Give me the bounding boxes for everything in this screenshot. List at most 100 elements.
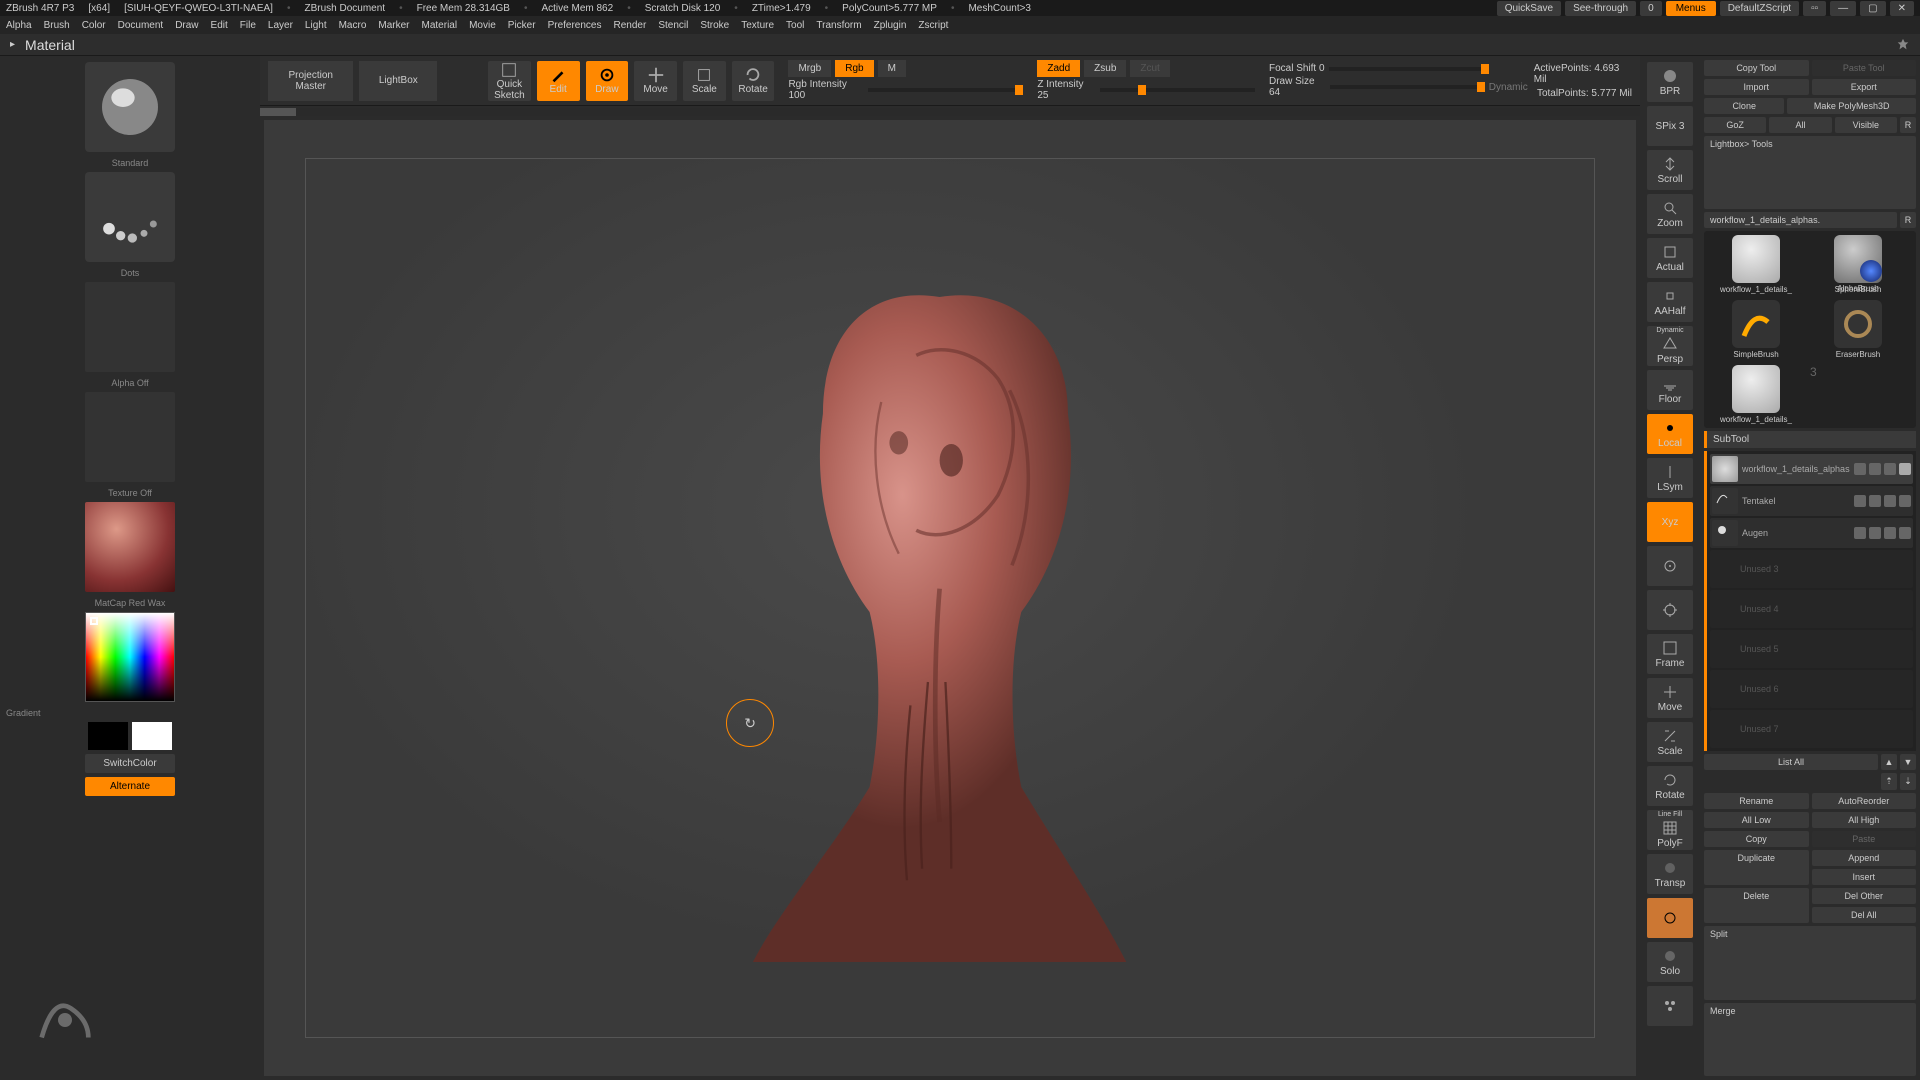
pin-icon[interactable]: [1896, 38, 1910, 52]
seethrough-label[interactable]: See-through: [1565, 1, 1636, 16]
menu-movie[interactable]: Movie: [469, 20, 496, 31]
rotate-button[interactable]: Rotate: [732, 61, 775, 101]
import-button[interactable]: Import: [1704, 79, 1809, 95]
bpr-button[interactable]: BPR: [1647, 62, 1693, 102]
zadd-button[interactable]: Zadd: [1037, 60, 1080, 77]
draw-button[interactable]: Draw: [586, 61, 629, 101]
arrow-down-icon[interactable]: ▼: [1900, 754, 1916, 770]
visible-button[interactable]: Visible: [1835, 117, 1897, 133]
arrow-up-icon[interactable]: ▲: [1881, 754, 1897, 770]
menu-tool[interactable]: Tool: [786, 20, 804, 31]
zsub-button[interactable]: Zsub: [1084, 60, 1126, 77]
menu-render[interactable]: Render: [614, 20, 647, 31]
nav-scale-button[interactable]: Scale: [1647, 722, 1693, 762]
brush-tile[interactable]: [85, 62, 175, 152]
subtool-row[interactable]: workflow_1_details_alphas: [1710, 454, 1913, 484]
floor-button[interactable]: Floor: [1647, 370, 1693, 410]
nav-rotate-button[interactable]: Rotate: [1647, 766, 1693, 806]
subtool-header[interactable]: SubTool: [1704, 431, 1916, 448]
minimize-icon[interactable]: —: [1830, 1, 1856, 16]
insert-button[interactable]: Insert: [1812, 869, 1917, 885]
solo-button[interactable]: Solo: [1647, 942, 1693, 982]
menu-stroke[interactable]: Stroke: [700, 20, 729, 31]
rename-button[interactable]: Rename: [1704, 793, 1809, 809]
menu-texture[interactable]: Texture: [741, 20, 774, 31]
default-script-button[interactable]: DefaultZScript: [1720, 1, 1799, 16]
menu-zscript[interactable]: Zscript: [918, 20, 948, 31]
tool-thumb-1[interactable]: [1732, 235, 1780, 283]
goz-button[interactable]: GoZ: [1704, 117, 1766, 133]
drawsize-slider[interactable]: [1330, 85, 1484, 89]
zcut-button[interactable]: Zcut: [1130, 60, 1169, 77]
linefill-button[interactable]: Line FillPolyF: [1647, 810, 1693, 850]
paste-button[interactable]: Paste: [1812, 831, 1917, 847]
menu-brush[interactable]: Brush: [44, 20, 70, 31]
scroll-button[interactable]: Scroll: [1647, 150, 1693, 190]
alpha-tile[interactable]: [85, 282, 175, 372]
menu-file[interactable]: File: [240, 20, 256, 31]
menu-alpha[interactable]: Alpha: [6, 20, 32, 31]
aahalf-button[interactable]: AAHalf: [1647, 282, 1693, 322]
merge-button[interactable]: Merge: [1704, 1003, 1916, 1076]
autoreorder-button[interactable]: AutoReorder: [1812, 793, 1917, 809]
clone-button[interactable]: Clone: [1704, 98, 1784, 114]
append-button[interactable]: Append: [1812, 850, 1917, 866]
move-button[interactable]: Move: [634, 61, 677, 101]
all-button[interactable]: All: [1769, 117, 1831, 133]
xpose-button[interactable]: [1647, 986, 1693, 1026]
window-icon[interactable]: ▫▫: [1803, 1, 1826, 16]
xyz-button[interactable]: Xyz: [1647, 502, 1693, 542]
nav-move-button[interactable]: Move: [1647, 678, 1693, 718]
allhigh-button[interactable]: All High: [1812, 812, 1917, 828]
persp-button[interactable]: DynamicPersp: [1647, 326, 1693, 366]
frame-button[interactable]: Frame: [1647, 634, 1693, 674]
export-button[interactable]: Export: [1812, 79, 1917, 95]
quicksave-button[interactable]: QuickSave: [1497, 1, 1561, 16]
listall-button[interactable]: List All: [1704, 754, 1878, 770]
z-intensity-slider[interactable]: .slider-bar[style*="25"]::after{right:au…: [1100, 88, 1255, 92]
projection-master-button[interactable]: Projection Master: [268, 61, 353, 101]
delall-button[interactable]: Del All: [1812, 907, 1917, 923]
rgb-button[interactable]: Rgb: [835, 60, 873, 77]
split-button[interactable]: Split: [1704, 926, 1916, 999]
rgb-intensity-label[interactable]: Rgb Intensity 100: [788, 79, 864, 101]
tool-thumb-4[interactable]: [1834, 300, 1882, 348]
menu-macro[interactable]: Macro: [339, 20, 367, 31]
gradient-white[interactable]: [132, 722, 172, 750]
edit-button[interactable]: Edit: [537, 61, 580, 101]
menu-zplugin[interactable]: Zplugin: [874, 20, 907, 31]
close-icon[interactable]: ✕: [1890, 1, 1914, 16]
delother-button[interactable]: Del Other: [1812, 888, 1917, 904]
menu-edit[interactable]: Edit: [211, 20, 228, 31]
quicksketch-button[interactable]: Quick Sketch: [488, 61, 531, 101]
move-down-icon[interactable]: ⇣: [1900, 773, 1916, 790]
alllow-button[interactable]: All Low: [1704, 812, 1809, 828]
maximize-icon[interactable]: ▢: [1860, 1, 1885, 16]
draw-size-label[interactable]: Draw Size 64: [1269, 76, 1326, 98]
center-button[interactable]: [1647, 546, 1693, 586]
r2-button[interactable]: R: [1900, 212, 1916, 228]
switchcolor-button[interactable]: SwitchColor: [85, 754, 175, 773]
transp-button[interactable]: Transp: [1647, 854, 1693, 894]
menu-marker[interactable]: Marker: [378, 20, 409, 31]
copy-button[interactable]: Copy: [1704, 831, 1809, 847]
lightbox-button[interactable]: LightBox: [359, 61, 437, 101]
alternate-button[interactable]: Alternate: [85, 777, 175, 796]
tool-thumb-5[interactable]: [1732, 365, 1780, 413]
viewport[interactable]: [264, 120, 1636, 1076]
actual-button[interactable]: Actual: [1647, 238, 1693, 278]
subtool-row[interactable]: Augen: [1710, 518, 1913, 548]
menu-preferences[interactable]: Preferences: [548, 20, 602, 31]
timeline-ruler[interactable]: [260, 108, 1640, 116]
active-tool-name[interactable]: workflow_1_details_alphas.: [1704, 212, 1897, 228]
spix-button[interactable]: SPix 3: [1647, 106, 1693, 146]
z-intensity-label[interactable]: Z Intensity 25: [1037, 79, 1095, 101]
mrgb-button[interactable]: Mrgb: [788, 60, 831, 77]
target-button[interactable]: [1647, 590, 1693, 630]
duplicate-button[interactable]: Duplicate: [1704, 850, 1809, 885]
focal-shift-label[interactable]: Focal Shift 0: [1269, 63, 1325, 74]
ghost-button[interactable]: [1647, 898, 1693, 938]
lightbox-tools-link[interactable]: Lightbox> Tools: [1704, 136, 1916, 209]
gradient-black[interactable]: [88, 722, 128, 750]
texture-tile[interactable]: [85, 392, 175, 482]
